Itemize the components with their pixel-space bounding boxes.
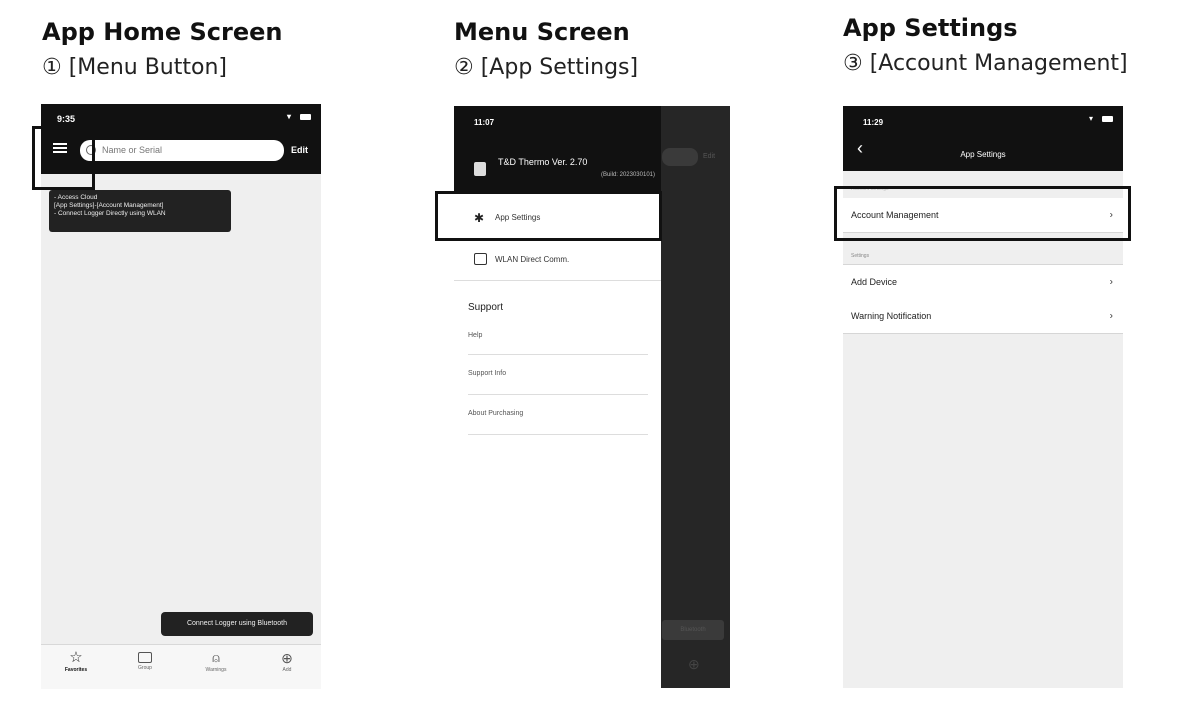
search-field[interactable]: Name or Serial bbox=[80, 140, 284, 161]
bg-search-field bbox=[662, 148, 698, 166]
tab-label: Warnings bbox=[205, 667, 227, 673]
star-icon: ☆ bbox=[69, 649, 83, 666]
tab-group[interactable]: Group bbox=[120, 649, 170, 671]
nav-title: App Settings bbox=[960, 150, 1006, 159]
chevron-right-icon: › bbox=[1109, 310, 1113, 322]
wifi-icon: ▾ bbox=[1089, 114, 1094, 123]
status-icons: ▾ bbox=[1089, 115, 1113, 123]
search-placeholder: Name or Serial bbox=[102, 145, 163, 155]
status-icons: ▾ bbox=[287, 113, 311, 121]
tooltip-line: - Access Cloud bbox=[54, 194, 98, 201]
subheading-account-management: ③ [Account Management] bbox=[843, 51, 1128, 76]
tab-add[interactable]: ⊕ Add bbox=[262, 649, 312, 673]
subheading-menu-button: ① [Menu Button] bbox=[42, 55, 227, 80]
battery-icon bbox=[300, 114, 311, 120]
chevron-right-icon: › bbox=[1109, 276, 1113, 288]
row-label: Warning Notification bbox=[851, 311, 932, 321]
menu-item-support-info[interactable]: Support Info bbox=[468, 356, 648, 395]
menu-item-help[interactable]: Help bbox=[468, 320, 648, 355]
highlight-app-settings bbox=[435, 191, 662, 241]
bg-bluetooth-tooltip: Bluetooth bbox=[662, 620, 724, 640]
heading-app-settings: App Settings bbox=[843, 14, 1018, 42]
row-warning-notification[interactable]: Warning Notification › bbox=[843, 299, 1123, 334]
bell-icon: ⍝ bbox=[212, 650, 220, 665]
bg-edit-label: Edit bbox=[703, 153, 716, 160]
menu-item-label: WLAN Direct Comm. bbox=[495, 255, 570, 264]
heading-home-screen: App Home Screen bbox=[42, 18, 283, 46]
tab-favorites[interactable]: ☆ Favorites bbox=[51, 649, 101, 673]
bluetooth-tooltip: Connect Logger using Bluetooth bbox=[161, 612, 313, 636]
menu-item-label: Help bbox=[468, 332, 483, 339]
highlight-account-management bbox=[834, 186, 1131, 241]
app-version: T&D Thermo Ver. 2.70 bbox=[498, 157, 588, 167]
drawer-header: 11:07 T&D Thermo Ver. 2.70 (Build: 20230… bbox=[454, 106, 661, 192]
tab-bar: ☆ Favorites Group ⍝ Warnings ⊕ Add bbox=[41, 644, 321, 689]
status-time: 11:29 bbox=[863, 118, 884, 127]
menu-item-about-purchasing[interactable]: About Purchasing bbox=[468, 396, 648, 435]
row-add-device[interactable]: Add Device › bbox=[843, 264, 1123, 300]
subheading-app-settings: ② [App Settings] bbox=[454, 55, 639, 80]
heading-menu-screen: Menu Screen bbox=[454, 18, 630, 46]
status-time: 11:07 bbox=[474, 118, 495, 127]
support-section-header: Support bbox=[468, 302, 504, 313]
tooltip-line: - Connect Logger Directly using WLAN bbox=[54, 210, 166, 217]
menu-item-label: Support Info bbox=[468, 370, 507, 377]
plus-circle-icon: ⊕ bbox=[281, 650, 293, 666]
menu-item-wlan[interactable]: WLAN Direct Comm. bbox=[454, 240, 661, 281]
section-header-settings: Settings bbox=[851, 253, 870, 259]
tab-label: Favorites bbox=[64, 667, 88, 673]
battery-icon bbox=[1102, 116, 1113, 122]
status-time: 9:35 bbox=[57, 114, 76, 124]
home-screen-phone: 9:35 ▾ Name or Serial Edit - Access Clou… bbox=[41, 104, 321, 689]
edit-button[interactable]: Edit bbox=[291, 145, 308, 155]
bg-plus-circle-icon: ⊕ bbox=[688, 656, 700, 672]
tab-label: Add bbox=[282, 667, 292, 673]
settings-header: 11:29 ▾ ‹ App Settings bbox=[843, 106, 1123, 171]
tooltip-line: [App Settings]-[Account Management] bbox=[54, 202, 164, 209]
tab-warnings[interactable]: ⍝ Warnings bbox=[191, 649, 241, 673]
app-icon bbox=[474, 162, 486, 176]
menu-item-label: About Purchasing bbox=[468, 410, 524, 417]
row-label: Add Device bbox=[851, 277, 898, 287]
tab-label: Group bbox=[138, 665, 152, 671]
wifi-icon: ▾ bbox=[287, 112, 292, 121]
group-icon bbox=[138, 652, 152, 663]
highlight-menu-button bbox=[32, 126, 95, 190]
wlan-icon bbox=[474, 253, 487, 265]
menu-tooltip: - Access Cloud [App Settings]-[Account M… bbox=[49, 190, 231, 232]
app-build: (Build: 2023030101) bbox=[600, 172, 655, 178]
